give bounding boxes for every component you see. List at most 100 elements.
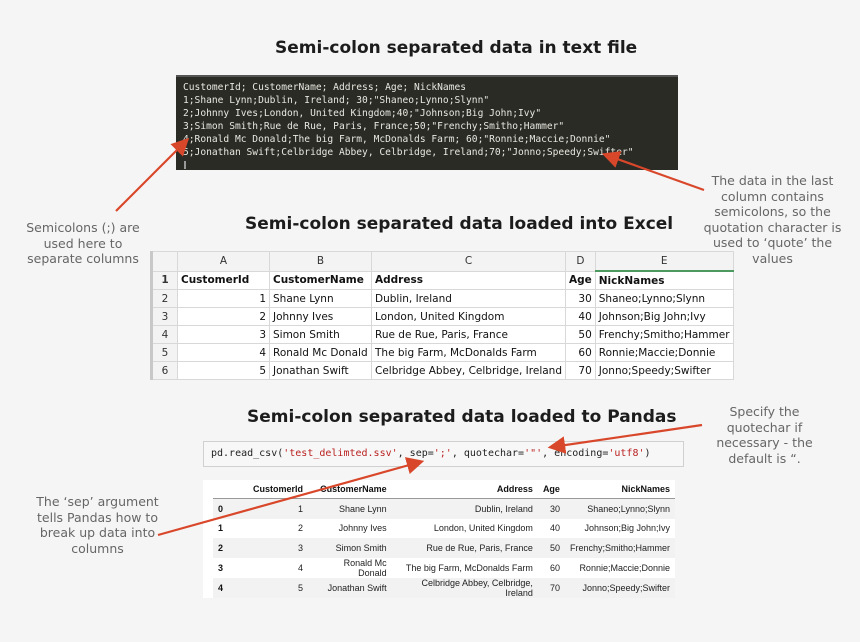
dataframe-row: 3 4 Ronald Mc Donald The big Farm, McDon… xyxy=(213,558,675,578)
cell: 70 xyxy=(537,577,565,598)
column-header: Address xyxy=(391,480,538,499)
terminal-line: 5;Jonathan Swift;Celbridge Abbey, Celbri… xyxy=(183,147,634,158)
text-file-terminal: CustomerId; CustomerName; Address; Age; … xyxy=(176,75,678,170)
cell[interactable]: 3 xyxy=(177,325,270,344)
cell[interactable]: Shaneo;Lynno;Slynn xyxy=(594,289,734,308)
code-sep-value: ';' xyxy=(433,448,452,459)
cell[interactable]: Jonathan Swift xyxy=(269,361,372,380)
dataframe-row: 1 2 Johnny Ives London, United Kingdom 4… xyxy=(213,519,675,539)
row-header[interactable]: 4 xyxy=(151,325,178,344)
terminal-line: 4;Ronald Mc Donald;The big Farm, McDonal… xyxy=(183,134,611,145)
excel-sheet: A B C D E 1 CustomerId CustomerName Addr… xyxy=(150,251,734,380)
code-sep-label: , sep= xyxy=(397,448,434,459)
row-header[interactable]: 5 xyxy=(151,343,178,362)
cell[interactable]: Ronald Mc Donald xyxy=(269,343,372,362)
cell[interactable]: Address xyxy=(371,270,566,290)
text-cursor xyxy=(184,161,186,169)
cell: Johnson;Big John;Ivy xyxy=(584,523,670,534)
cell[interactable]: Rue de Rue, Paris, France xyxy=(371,325,566,344)
index-header xyxy=(213,480,248,499)
column-header: CustomerName xyxy=(308,480,392,499)
text-file-title: Semi-colon separated data in text file xyxy=(275,38,638,58)
cell[interactable]: 5 xyxy=(177,361,270,380)
pandas-title: Semi-colon separated data loaded to Pand… xyxy=(247,407,677,427)
cell[interactable]: Johnny Ives xyxy=(269,307,372,326)
cell[interactable]: Ronnie;Maccie;Donnie xyxy=(594,343,734,362)
cell: 2 xyxy=(298,523,304,534)
cell: Shane Lynn xyxy=(308,498,392,519)
row-index: 2 xyxy=(213,538,248,558)
note-sep: The ‘sep’ argument tells Pandas how to b… xyxy=(36,494,159,556)
row-header[interactable]: 3 xyxy=(151,307,178,326)
cell: The big Farm, McDonalds Farm xyxy=(405,562,533,573)
column-header-d[interactable]: D xyxy=(565,251,596,272)
column-header-b[interactable]: B xyxy=(269,251,372,272)
cell[interactable]: Frenchy;Smitho;Hammer xyxy=(594,325,734,344)
select-all-corner[interactable] xyxy=(151,251,178,272)
cell[interactable]: Johnson;Big John;Ivy xyxy=(594,307,734,326)
terminal-line: 3;Simon Smith;Rue de Rue, Paris, France;… xyxy=(183,121,565,132)
excel-row: 6 5 Jonathan Swift Celbridge Abbey, Celb… xyxy=(151,361,734,380)
code-quote-value: '"' xyxy=(524,448,543,459)
row-header[interactable]: 1 xyxy=(151,270,178,290)
code-prefix: pd.read_csv( xyxy=(211,448,284,459)
dataframe-output: CustomerId CustomerName Address Age Nick… xyxy=(203,480,675,598)
note-quotechar: Specify the quotechar if necessary - the… xyxy=(716,404,813,466)
cell: Johnny Ives xyxy=(338,523,387,534)
column-header-row: A B C D E xyxy=(151,251,734,272)
cell[interactable]: 2 xyxy=(177,307,270,326)
row-index: 3 xyxy=(218,562,224,573)
cell[interactable]: Shane Lynn xyxy=(269,289,372,308)
cell[interactable]: 60 xyxy=(565,343,596,362)
cell[interactable]: NickNames xyxy=(594,270,734,290)
row-index: 1 xyxy=(218,523,224,534)
cell[interactable]: The big Farm, McDonalds Farm xyxy=(371,343,566,362)
cell: 60 xyxy=(549,562,560,573)
cell[interactable]: Dublin, Ireland xyxy=(371,289,566,308)
cell: 40 xyxy=(549,523,560,534)
cell: Jonathan Swift xyxy=(308,577,392,598)
cell: Celbridge Abbey, Celbridge, Ireland xyxy=(391,577,538,598)
cell: London, United Kingdom xyxy=(433,523,533,534)
cell: Ronnie;Maccie;Donnie xyxy=(579,562,670,573)
dataframe-table: CustomerId CustomerName Address Age Nick… xyxy=(213,480,675,598)
terminal-line: 1;Shane Lynn;Dublin, Ireland; 30;"Shaneo… xyxy=(183,95,490,106)
row-header[interactable]: 6 xyxy=(151,361,178,380)
dataframe-header-row: CustomerId CustomerName Address Age Nick… xyxy=(213,480,675,499)
cell[interactable]: 70 xyxy=(565,361,596,380)
cell[interactable]: Jonno;Speedy;Swifter xyxy=(594,361,734,380)
cell[interactable]: Simon Smith xyxy=(269,325,372,344)
column-header-c[interactable]: C xyxy=(371,251,566,272)
row-header[interactable]: 2 xyxy=(151,289,178,308)
cell[interactable]: London, United Kingdom xyxy=(371,307,566,326)
cell: 3 xyxy=(248,538,309,558)
excel-row: 2 1 Shane Lynn Dublin, Ireland 30 Shaneo… xyxy=(151,289,734,308)
cell[interactable]: CustomerName xyxy=(269,270,372,290)
terminal-line: 2;Johnny Ives;London, United Kingdom;40;… xyxy=(183,108,542,119)
code-suffix: ) xyxy=(644,448,651,459)
column-header-a[interactable]: A xyxy=(177,251,270,272)
column-header: Age xyxy=(537,480,565,499)
cell: 50 xyxy=(537,538,565,558)
code-enc-value: 'utf8' xyxy=(608,448,645,459)
cell: Frenchy;Smitho;Hammer xyxy=(564,538,675,558)
cell: Simon Smith xyxy=(308,538,392,558)
cell[interactable]: 1 xyxy=(177,289,270,308)
excel-row: 4 3 Simon Smith Rue de Rue, Paris, Franc… xyxy=(151,325,734,344)
cell[interactable]: 30 xyxy=(565,289,596,308)
cell[interactable]: CustomerId xyxy=(177,270,270,290)
cell[interactable]: 50 xyxy=(565,325,596,344)
cell: Rue de Rue, Paris, France xyxy=(391,538,538,558)
cell: 30 xyxy=(537,498,565,519)
cell[interactable]: Age xyxy=(565,270,596,290)
cell[interactable]: Celbridge Abbey, Celbridge, Ireland xyxy=(371,361,566,380)
code-cell[interactable]: pd.read_csv('test_delimted.ssv', sep=';'… xyxy=(203,441,684,467)
row-index: 4 xyxy=(213,577,248,598)
cell: 1 xyxy=(248,498,309,519)
dataframe-row: 0 1 Shane Lynn Dublin, Ireland 30 Shaneo… xyxy=(213,498,675,519)
column-header: CustomerId xyxy=(248,480,309,499)
row-index: 0 xyxy=(213,498,248,519)
cell[interactable]: 4 xyxy=(177,343,270,362)
cell: Dublin, Ireland xyxy=(391,498,538,519)
cell[interactable]: 40 xyxy=(565,307,596,326)
